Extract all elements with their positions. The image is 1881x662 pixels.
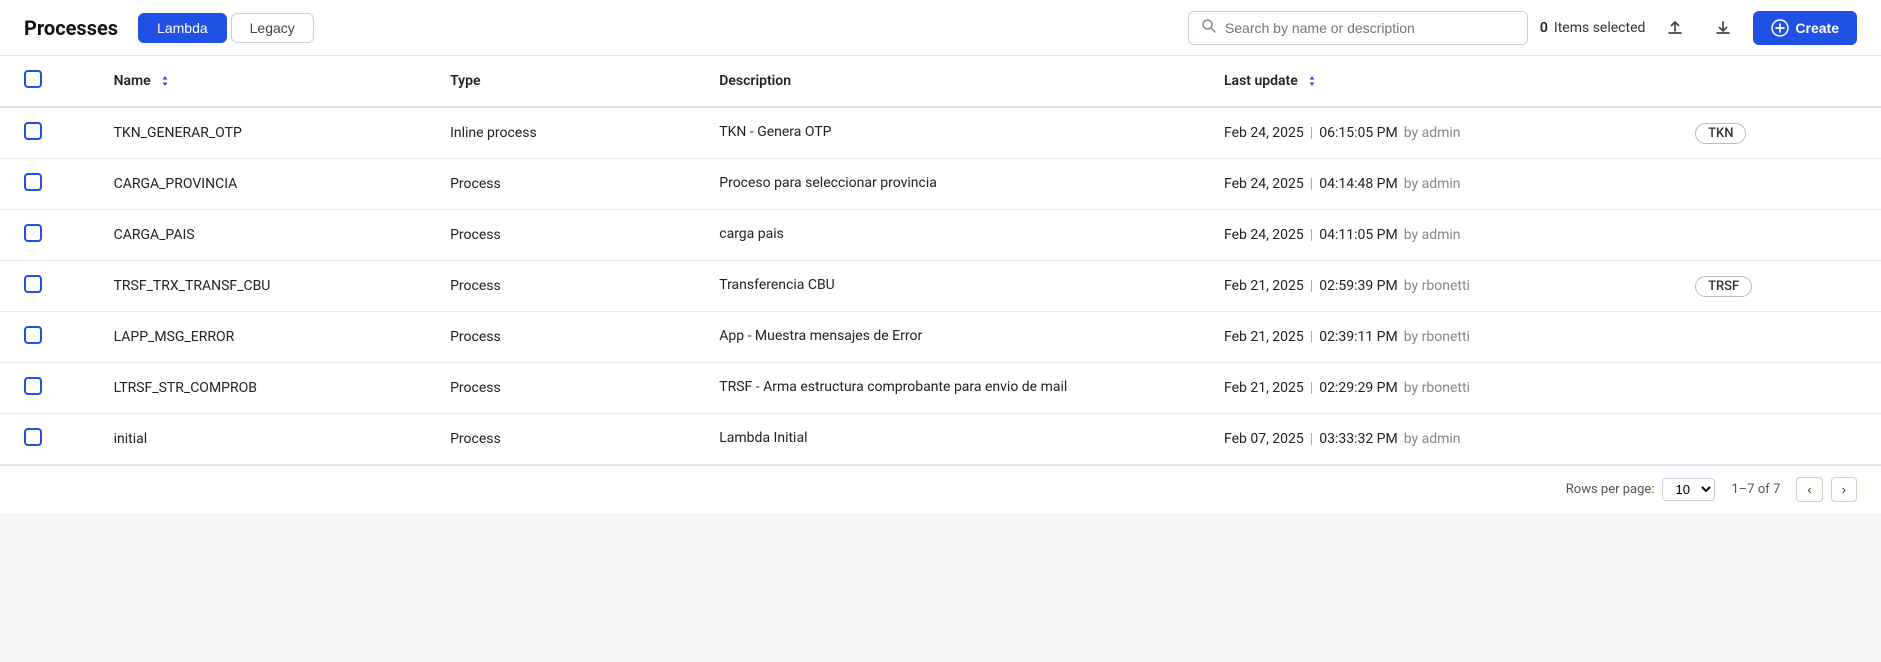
row-name-5[interactable]: LTRSF_STR_COMPROB bbox=[98, 363, 434, 414]
table-header-row: Name Type Description bbox=[0, 56, 1881, 107]
row-checkbox-2[interactable] bbox=[24, 224, 42, 242]
update-sort-icon[interactable] bbox=[1305, 74, 1319, 88]
prev-page-button[interactable]: ‹ bbox=[1796, 477, 1822, 502]
header-last-update[interactable]: Last update bbox=[1208, 56, 1679, 107]
search-bar bbox=[1188, 11, 1528, 45]
row-tag-5 bbox=[1679, 363, 1881, 414]
header-name[interactable]: Name bbox=[98, 56, 434, 107]
row-checkbox-cell-3 bbox=[0, 261, 98, 312]
app-title: Processes bbox=[24, 16, 118, 40]
items-selected-container: 0 Items selected bbox=[1540, 20, 1646, 36]
row-name-6[interactable]: initial bbox=[98, 414, 434, 465]
row-checkbox-cell-5 bbox=[0, 363, 98, 414]
table-container: Name Type Description bbox=[0, 56, 1881, 465]
create-label: Create bbox=[1795, 20, 1839, 36]
row-checkbox-6[interactable] bbox=[24, 428, 42, 446]
row-type-6: Process bbox=[434, 414, 703, 465]
rows-per-page: Rows per page: 10 25 50 bbox=[1566, 478, 1716, 501]
row-description-6: Lambda Initial bbox=[703, 414, 1208, 465]
row-name-4[interactable]: LAPP_MSG_ERROR bbox=[98, 312, 434, 363]
row-description-4: App - Muestra mensajes de Error bbox=[703, 312, 1208, 363]
row-checkbox-cell-0 bbox=[0, 107, 98, 159]
top-bar: Processes Lambda Legacy 0 Items selected bbox=[0, 0, 1881, 56]
items-count: 0 bbox=[1540, 20, 1548, 36]
table-row[interactable]: CARGA_PROVINCIA Process Proceso para sel… bbox=[0, 159, 1881, 210]
create-button[interactable]: Create bbox=[1753, 11, 1857, 45]
row-tag-3: TRSF bbox=[1679, 261, 1881, 312]
table-row[interactable]: initial Process Lambda Initial Feb 07, 2… bbox=[0, 414, 1881, 465]
bottom-bar: Rows per page: 10 25 50 1–7 of 7 ‹ › bbox=[0, 465, 1881, 513]
row-type-1: Process bbox=[434, 159, 703, 210]
items-selected-label: Items selected bbox=[1554, 20, 1646, 36]
main-content: Name Type Description bbox=[0, 56, 1881, 465]
row-type-4: Process bbox=[434, 312, 703, 363]
table-row[interactable]: LTRSF_STR_COMPROB Process TRSF - Arma es… bbox=[0, 363, 1881, 414]
rows-per-page-label: Rows per page: bbox=[1566, 482, 1655, 497]
row-name-3[interactable]: TRSF_TRX_TRANSF_CBU bbox=[98, 261, 434, 312]
search-input[interactable] bbox=[1225, 20, 1515, 36]
row-last-update-6: Feb 07, 2025 | 03:33:32 PM by admin bbox=[1208, 414, 1679, 465]
row-last-update-1: Feb 24, 2025 | 04:14:48 PM by admin bbox=[1208, 159, 1679, 210]
page-info: 1–7 of 7 bbox=[1731, 482, 1780, 497]
table-row[interactable]: LAPP_MSG_ERROR Process App - Muestra men… bbox=[0, 312, 1881, 363]
row-last-update-0: Feb 24, 2025 | 06:15:05 PM by admin bbox=[1208, 107, 1679, 159]
search-icon bbox=[1201, 18, 1217, 38]
row-checkbox-cell-2 bbox=[0, 210, 98, 261]
row-tag-6 bbox=[1679, 414, 1881, 465]
row-checkbox-cell-4 bbox=[0, 312, 98, 363]
tab-group: Lambda Legacy bbox=[138, 13, 314, 43]
header-tag bbox=[1679, 56, 1881, 107]
row-tag-1 bbox=[1679, 159, 1881, 210]
download-button[interactable] bbox=[1705, 14, 1741, 42]
upload-button[interactable] bbox=[1657, 14, 1693, 42]
row-type-0: Inline process bbox=[434, 107, 703, 159]
row-checkbox-1[interactable] bbox=[24, 173, 42, 191]
processes-table: Name Type Description bbox=[0, 56, 1881, 465]
row-name-2[interactable]: CARGA_PAIS bbox=[98, 210, 434, 261]
select-all-checkbox[interactable] bbox=[24, 70, 42, 88]
next-page-button[interactable]: › bbox=[1831, 477, 1857, 502]
header-checkbox-col bbox=[0, 56, 98, 107]
row-tag-2 bbox=[1679, 210, 1881, 261]
rows-per-page-select[interactable]: 10 25 50 bbox=[1662, 478, 1715, 501]
row-description-0: TKN - Genera OTP bbox=[703, 107, 1208, 159]
row-description-1: Proceso para seleccionar provincia bbox=[703, 159, 1208, 210]
header-type: Type bbox=[434, 56, 703, 107]
row-checkbox-cell-6 bbox=[0, 414, 98, 465]
row-description-2: carga pais bbox=[703, 210, 1208, 261]
row-checkbox-0[interactable] bbox=[24, 122, 42, 140]
row-tag-4 bbox=[1679, 312, 1881, 363]
tag-badge-3: TRSF bbox=[1695, 276, 1752, 297]
row-type-3: Process bbox=[434, 261, 703, 312]
row-checkbox-3[interactable] bbox=[24, 275, 42, 293]
row-checkbox-cell-1 bbox=[0, 159, 98, 210]
row-last-update-5: Feb 21, 2025 | 02:29:29 PM by rbonetti bbox=[1208, 363, 1679, 414]
table-row[interactable]: TRSF_TRX_TRANSF_CBU Process Transferenci… bbox=[0, 261, 1881, 312]
tab-legacy[interactable]: Legacy bbox=[231, 13, 314, 43]
row-description-3: Transferencia CBU bbox=[703, 261, 1208, 312]
tag-badge-0: TKN bbox=[1695, 123, 1746, 144]
row-tag-0: TKN bbox=[1679, 107, 1881, 159]
tab-lambda[interactable]: Lambda bbox=[138, 13, 227, 43]
row-type-5: Process bbox=[434, 363, 703, 414]
row-type-2: Process bbox=[434, 210, 703, 261]
row-last-update-2: Feb 24, 2025 | 04:11:05 PM by admin bbox=[1208, 210, 1679, 261]
table-row[interactable]: TKN_GENERAR_OTP Inline process TKN - Gen… bbox=[0, 107, 1881, 159]
row-checkbox-5[interactable] bbox=[24, 377, 42, 395]
row-last-update-3: Feb 21, 2025 | 02:59:39 PM by rbonetti bbox=[1208, 261, 1679, 312]
row-checkbox-4[interactable] bbox=[24, 326, 42, 344]
row-last-update-4: Feb 21, 2025 | 02:39:11 PM by rbonetti bbox=[1208, 312, 1679, 363]
row-name-1[interactable]: CARGA_PROVINCIA bbox=[98, 159, 434, 210]
name-sort-icon[interactable] bbox=[158, 74, 172, 88]
table-row[interactable]: CARGA_PAIS Process carga pais Feb 24, 20… bbox=[0, 210, 1881, 261]
row-name-0[interactable]: TKN_GENERAR_OTP bbox=[98, 107, 434, 159]
row-description-5: TRSF - Arma estructura comprobante para … bbox=[703, 363, 1208, 414]
header-description: Description bbox=[703, 56, 1208, 107]
